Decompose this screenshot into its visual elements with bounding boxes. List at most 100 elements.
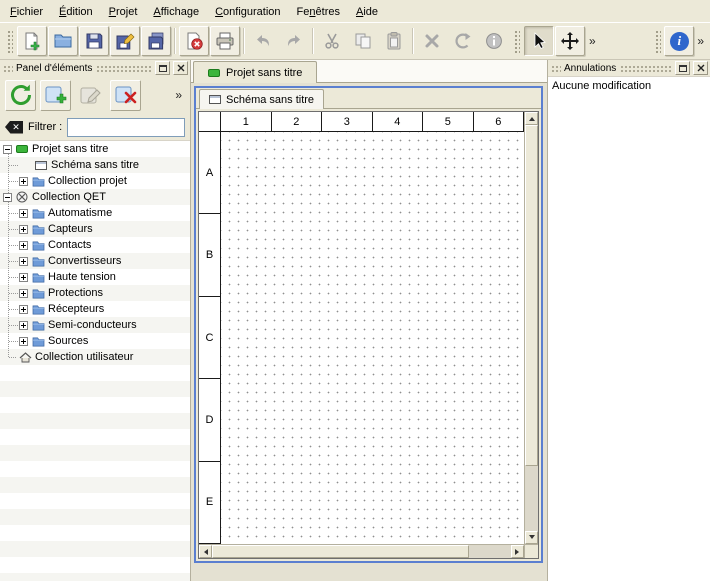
dock-grip[interactable] (95, 64, 152, 73)
save-button[interactable] (79, 26, 109, 56)
tree-item-collection-qet[interactable]: Collection QET (0, 189, 190, 205)
save-as-button[interactable] (110, 26, 140, 56)
tree-item-haute-tension[interactable]: Haute tension (0, 269, 190, 285)
new-document-button[interactable] (17, 26, 47, 56)
tree-item-label: Protections (48, 287, 103, 299)
expand-icon[interactable] (19, 241, 28, 250)
dock-grip[interactable] (550, 64, 561, 73)
delete-element-button[interactable] (110, 80, 141, 111)
close-file-button[interactable] (179, 26, 209, 56)
vertical-scroll-track[interactable] (525, 125, 538, 531)
dock-close-button[interactable] (693, 61, 708, 75)
delete-element-icon (113, 82, 139, 108)
filter-input[interactable] (67, 118, 185, 137)
visualisation-mode-button[interactable] (555, 26, 585, 56)
dock-float-button[interactable] (675, 61, 690, 75)
menu-aide[interactable]: Aide (348, 1, 386, 22)
folder-icon (31, 207, 45, 219)
expand-icon[interactable] (19, 321, 28, 330)
tree-item-semi-conducteurs[interactable]: Semi-conducteurs (0, 317, 190, 333)
project-icon (15, 143, 29, 155)
expand-icon[interactable] (19, 305, 28, 314)
collapse-icon[interactable] (3, 145, 12, 154)
tree-item-sources[interactable]: Sources (0, 333, 190, 349)
vertical-scroll-thumb[interactable] (525, 125, 538, 466)
expand-icon[interactable] (19, 289, 28, 298)
info-icon (484, 31, 504, 51)
tree-item-collection-projet[interactable]: Collection projet (0, 173, 190, 189)
tree-item-label: Convertisseurs (48, 255, 121, 267)
menu-affichage[interactable]: Affichage (145, 1, 207, 22)
copy-button (348, 26, 378, 56)
drawing-area[interactable] (221, 132, 524, 544)
dock-grip[interactable] (619, 64, 672, 73)
expand-icon[interactable] (19, 257, 28, 266)
tree-item-project[interactable]: Projet sans titre (0, 141, 190, 157)
schema-canvas[interactable]: 1 2 3 4 5 6 A B C D (199, 112, 524, 544)
tree-item-contacts[interactable]: Contacts (0, 237, 190, 253)
dock-float-button[interactable] (155, 61, 170, 75)
arrow-up-icon (529, 114, 535, 121)
main-area: Panel d'éléments (0, 60, 710, 581)
scroll-left-button[interactable] (199, 545, 212, 558)
horizontal-scroll-track[interactable] (212, 545, 511, 558)
scroll-right-button[interactable] (511, 545, 524, 558)
collapse-icon[interactable] (3, 193, 12, 202)
selection-mode-button[interactable] (524, 26, 554, 56)
menu-projet[interactable]: Projet (101, 1, 146, 22)
toolbar-handle[interactable] (654, 29, 661, 54)
tree-item-schema[interactable]: Schéma sans titre (0, 157, 190, 173)
new-element-button[interactable] (40, 80, 71, 111)
folder-icon (31, 287, 45, 299)
toolbar-overflow-chevron[interactable]: » (694, 34, 707, 48)
save-all-button[interactable] (141, 26, 171, 56)
expand-icon[interactable] (19, 273, 28, 282)
tree-item-collection-utilisateur[interactable]: Collection utilisateur (0, 349, 190, 365)
print-button[interactable] (210, 26, 240, 56)
expand-icon[interactable] (19, 177, 28, 186)
dock-grip[interactable] (2, 64, 13, 73)
folder-icon (31, 223, 45, 235)
toolbar-overflow-chevron[interactable]: » (586, 34, 599, 48)
menu-fenetres[interactable]: Fenêtres (289, 1, 348, 22)
menu-fichier[interactable]: Fichier (2, 1, 51, 22)
float-icon (159, 65, 167, 72)
tree-item-protections[interactable]: Protections (0, 285, 190, 301)
scroll-down-button[interactable] (525, 531, 538, 544)
reload-collections-button[interactable] (5, 80, 36, 111)
scroll-up-button[interactable] (525, 112, 538, 125)
horizontal-scroll-thumb[interactable] (212, 545, 469, 558)
tree-item-capteurs[interactable]: Capteurs (0, 221, 190, 237)
paste-icon (384, 31, 404, 51)
vertical-scrollbar[interactable] (524, 112, 538, 544)
tree-item-automatisme[interactable]: Automatisme (0, 205, 190, 221)
rotate-icon (453, 31, 473, 51)
menu-edition[interactable]: Édition (51, 1, 101, 22)
folder-icon (31, 303, 45, 315)
save-icon (84, 31, 104, 51)
horizontal-scrollbar[interactable] (199, 544, 524, 558)
elements-panel-titlebar[interactable]: Panel d'éléments (0, 60, 190, 76)
tree-item-label: Contacts (48, 239, 91, 251)
open-project-button[interactable] (48, 26, 78, 56)
schema-tab[interactable]: Schéma sans titre (199, 89, 324, 109)
dock-close-button[interactable] (173, 61, 188, 75)
folder-icon (31, 239, 45, 251)
toolbar-handle[interactable] (513, 29, 520, 54)
about-qet-button[interactable]: i (664, 26, 694, 56)
redo-button (279, 26, 309, 56)
expand-icon[interactable] (19, 337, 28, 346)
panel-overflow-chevron[interactable]: » (172, 88, 185, 102)
tree-item-recepteurs[interactable]: Récepteurs (0, 301, 190, 317)
undo-dock-titlebar[interactable]: Annulations (548, 60, 710, 76)
clear-filter-icon[interactable]: ✕ (5, 121, 23, 134)
project-tab[interactable]: Projet sans titre (193, 61, 317, 83)
expand-icon[interactable] (19, 209, 28, 218)
undo-history-list[interactable]: Aucune modification (548, 76, 710, 581)
tree-item-convertisseurs[interactable]: Convertisseurs (0, 253, 190, 269)
project-icon (208, 69, 220, 77)
expand-icon[interactable] (19, 225, 28, 234)
menu-configuration[interactable]: Configuration (207, 1, 288, 22)
folder-icon (31, 319, 45, 331)
toolbar-handle[interactable] (6, 29, 13, 54)
